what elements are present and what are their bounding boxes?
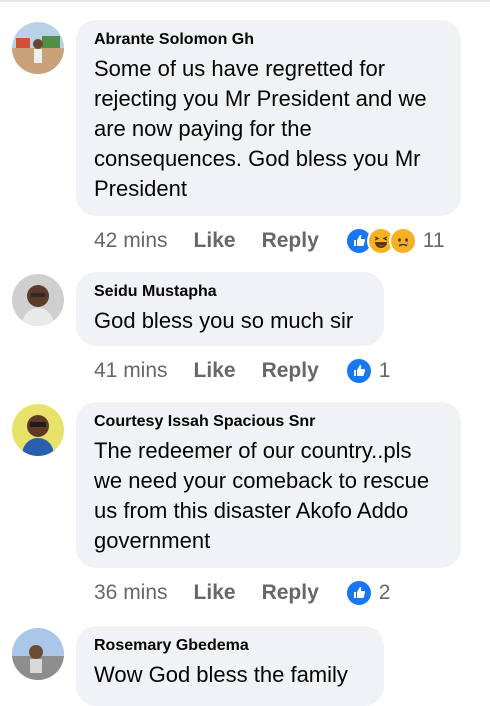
comment-timestamp[interactable]: 41 mins [94,359,168,383]
sad-reaction-icon [388,227,417,255]
avatar[interactable] [12,274,64,326]
reaction-summary[interactable] [344,579,373,607]
avatar[interactable] [12,628,64,680]
comment-author[interactable]: Abrante Solomon Gh [94,30,443,50]
avatar[interactable] [12,22,64,74]
reaction-summary[interactable] [344,227,417,255]
comment-bubble: Courtesy Issah Spacious Snr The redeemer… [76,402,461,568]
top-divider [0,0,490,2]
comment-actions: 41 mins Like Reply 1 [94,356,390,386]
reply-button[interactable]: Reply [262,359,319,383]
reply-button[interactable]: Reply [262,581,319,605]
comment-bubble: Rosemary Gbedema Wow God bless the famil… [76,626,384,706]
like-button[interactable]: Like [194,359,236,383]
comment-timestamp[interactable]: 36 mins [94,581,168,605]
like-button[interactable]: Like [194,229,236,253]
comment-text: Wow God bless the family [94,662,348,687]
comment-bubble: Seidu Mustapha God bless you so much sir [76,272,384,346]
reaction-summary[interactable] [344,357,373,385]
like-reaction-icon [344,357,373,385]
comment-actions: 42 mins Like Reply 11 [94,226,445,256]
comment-text: God bless you so much sir [94,308,354,333]
avatar[interactable] [12,404,64,456]
comment-author[interactable]: Rosemary Gbedema [94,636,366,656]
comment-bubble: Abrante Solomon Gh Some of us have regre… [76,20,461,216]
comment-text: Some of us have regretted for rejecting … [94,56,427,201]
like-reaction-icon [344,579,373,607]
reply-button[interactable]: Reply [262,229,319,253]
reaction-count[interactable]: 1 [379,359,391,383]
like-button[interactable]: Like [194,581,236,605]
reaction-count[interactable]: 2 [379,581,391,605]
comment-timestamp[interactable]: 42 mins [94,229,168,253]
comment-text: The redeemer of our country..pls we need… [94,438,430,553]
comment-actions: 36 mins Like Reply 2 [94,578,390,608]
comment-author[interactable]: Seidu Mustapha [94,282,366,302]
comment-author[interactable]: Courtesy Issah Spacious Snr [94,412,443,432]
reaction-count[interactable]: 11 [423,229,445,253]
